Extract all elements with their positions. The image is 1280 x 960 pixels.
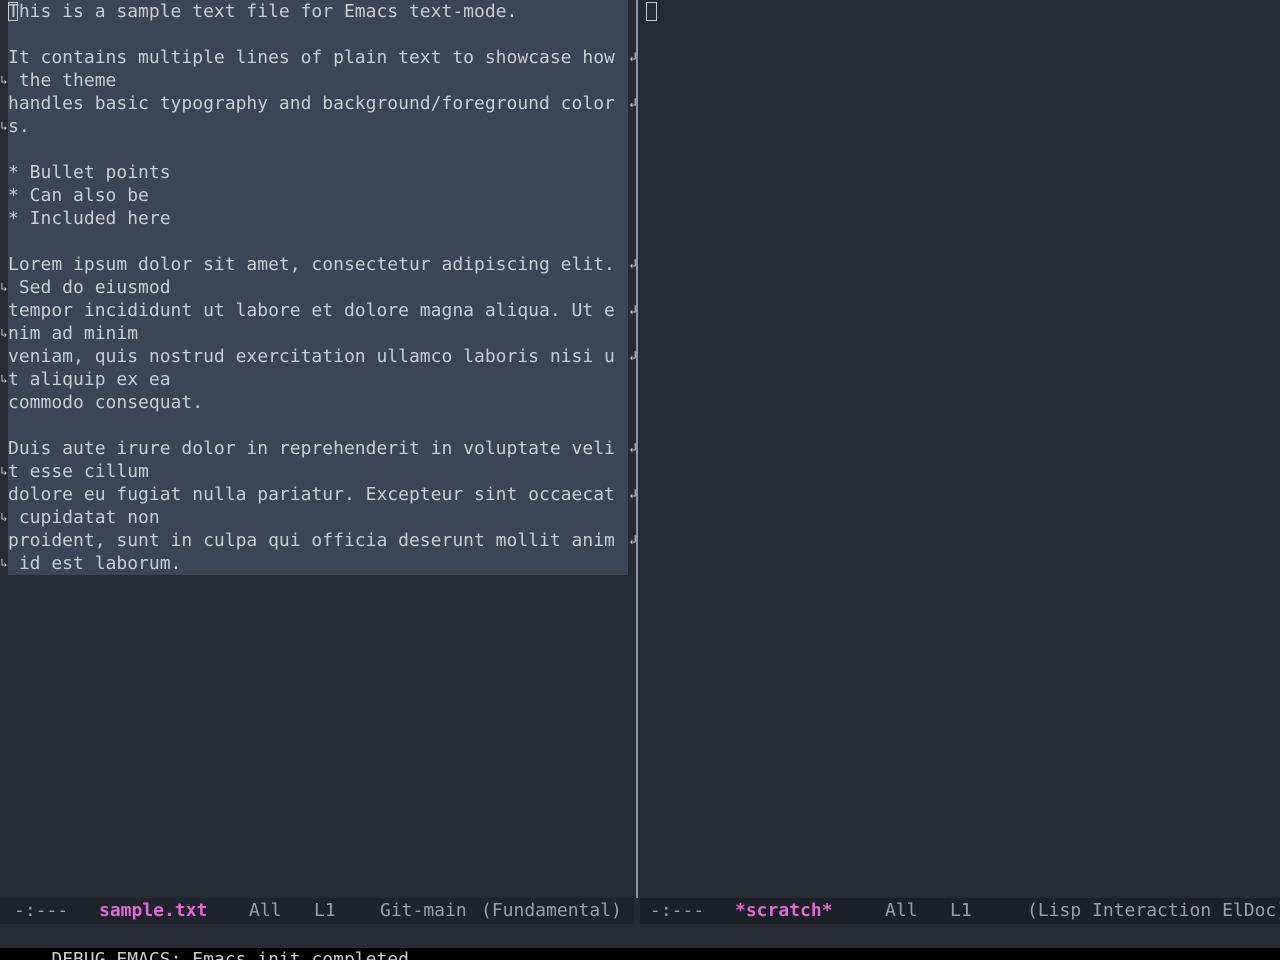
text-line[interactable]: * Can also be: [8, 184, 628, 207]
line-text: It contains multiple lines of plain text…: [8, 47, 615, 68]
line-text: t esse cillum: [8, 461, 149, 482]
text-line[interactable]: Lorem ipsum dolor sit amet, consectetur …: [8, 253, 636, 276]
line-text: id est laborum.: [8, 553, 182, 574]
line-text: * Can also be: [8, 185, 149, 206]
text-line[interactable]: id est laborum. ↳: [0, 552, 628, 575]
line-text: s.: [8, 116, 30, 137]
text-line[interactable]: t esse cillum ↳: [0, 460, 628, 483]
right-mode-line[interactable]: -:--- *scratch* All L1 (Lisp Interaction…: [640, 898, 1280, 924]
wrap-continuation-left-icon: ↳: [0, 322, 8, 345]
modeline-line-number: L1: [950, 900, 972, 921]
text-line[interactable]: veniam, quis nostrud exercitation ullamc…: [8, 345, 636, 368]
wrap-continuation-right-icon: ↲: [628, 483, 636, 506]
text-line[interactable]: s. ↳: [0, 115, 628, 138]
text-line[interactable]: * Bullet points: [8, 161, 628, 184]
left-mode-line[interactable]: -:--- sample.txt All L1 Git-main (Fundam…: [0, 898, 634, 924]
modeline-vc-branch[interactable]: Git-main: [380, 898, 467, 924]
line-text: cupidatat non: [8, 507, 160, 528]
text-line[interactable]: the theme ↳: [0, 69, 628, 92]
wrap-continuation-left-icon: ↳: [0, 460, 8, 483]
modeline-status: -:---: [650, 900, 705, 921]
text-line[interactable]: cupidatat non ↳: [0, 506, 628, 529]
echo-area: DEBUG EMACS: Emacs init completed.: [0, 924, 1280, 960]
wrap-continuation-right-icon: ↲: [628, 437, 636, 460]
line-text: * Bullet points: [8, 162, 171, 183]
line-text: veniam, quis nostrud exercitation ullamc…: [8, 346, 615, 367]
text-line[interactable]: nim ad minim ↳: [0, 322, 628, 345]
cursor: [646, 2, 657, 21]
wrap-continuation-right-icon: ↲: [628, 253, 636, 276]
text-line[interactable]: This is a sample text file for Emacs tex…: [8, 0, 628, 23]
line-text: Sed do eiusmod: [8, 277, 171, 298]
text-line[interactable]: [8, 230, 628, 253]
text-line[interactable]: t aliquip ex ea ↳: [0, 368, 628, 391]
line-text: Lorem ipsum dolor sit amet, consectetur …: [8, 254, 615, 275]
text-line[interactable]: [8, 138, 628, 161]
text-line[interactable]: commodo consequat.: [8, 391, 628, 414]
line-text: the theme: [8, 70, 117, 91]
wrap-continuation-left-icon: ↳: [0, 506, 8, 529]
wrap-continuation-right-icon: ↲: [628, 529, 636, 552]
line-text: commodo consequat.: [8, 392, 204, 413]
text-line[interactable]: Sed do eiusmod ↳: [0, 276, 628, 299]
line-text: nim ad minim: [8, 323, 139, 344]
text-line[interactable]: [8, 414, 628, 437]
line-text: * Included here: [8, 208, 171, 229]
wrap-continuation-right-icon: ↲: [628, 92, 636, 115]
wrap-continuation-left-icon: ↳: [0, 69, 8, 92]
left-window[interactable]: This is a sample text file for Emacs tex…: [0, 0, 636, 898]
modeline-major-mode[interactable]: (Fundamental): [481, 898, 622, 924]
emacs-frame: This is a sample text file for Emacs tex…: [0, 0, 1280, 960]
wrap-continuation-right-icon: ↲: [628, 46, 636, 69]
wrap-continuation-left-icon: ↳: [0, 276, 8, 299]
text-line[interactable]: It contains multiple lines of plain text…: [8, 46, 636, 69]
wrap-continuation-left-icon: ↳: [0, 115, 8, 138]
left-buffer-text[interactable]: This is a sample text file for Emacs tex…: [0, 0, 636, 575]
text-line[interactable]: Duis aute irure dolor in reprehenderit i…: [8, 437, 636, 460]
modeline-position: All: [249, 900, 282, 921]
line-text: tempor incididunt ut labore et dolore ma…: [8, 300, 615, 321]
text-line[interactable]: tempor incididunt ut labore et dolore ma…: [8, 299, 636, 322]
text-line[interactable]: handles basic typography and background/…: [8, 92, 636, 115]
text-line[interactable]: [8, 23, 628, 46]
wrap-continuation-right-icon: ↲: [628, 345, 636, 368]
text-line[interactable]: proident, sunt in culpa qui officia dese…: [8, 529, 636, 552]
text-line[interactable]: dolore eu fugiat nulla pariatur. Excepte…: [8, 483, 636, 506]
line-text: proident, sunt in culpa qui officia dese…: [8, 530, 615, 551]
text-line[interactable]: * Included here: [8, 207, 628, 230]
wrap-continuation-left-icon: ↳: [0, 552, 8, 575]
wrap-continuation-left-icon: ↳: [0, 368, 8, 391]
modeline-major-mode[interactable]: (Lisp Interaction ElDoc): [1027, 898, 1280, 924]
echo-message: DEBUG EMACS: Emacs init completed.: [51, 949, 420, 960]
modeline-buffer-name[interactable]: sample.txt: [99, 898, 207, 924]
line-text: This is a sample text file for Emacs tex…: [8, 1, 518, 22]
line-text: Duis aute irure dolor in reprehenderit i…: [8, 438, 615, 459]
modeline-position: All: [885, 900, 918, 921]
wrap-continuation-right-icon: ↲: [628, 299, 636, 322]
cursor: [8, 2, 18, 21]
line-text: t aliquip ex ea: [8, 369, 171, 390]
right-window[interactable]: [638, 0, 1280, 898]
modeline-buffer-name[interactable]: *scratch*: [735, 898, 833, 924]
modeline-line-number: L1: [314, 900, 336, 921]
line-text: handles basic typography and background/…: [8, 93, 615, 114]
line-text: dolore eu fugiat nulla pariatur. Excepte…: [8, 484, 615, 505]
modeline-status: -:---: [14, 900, 69, 921]
